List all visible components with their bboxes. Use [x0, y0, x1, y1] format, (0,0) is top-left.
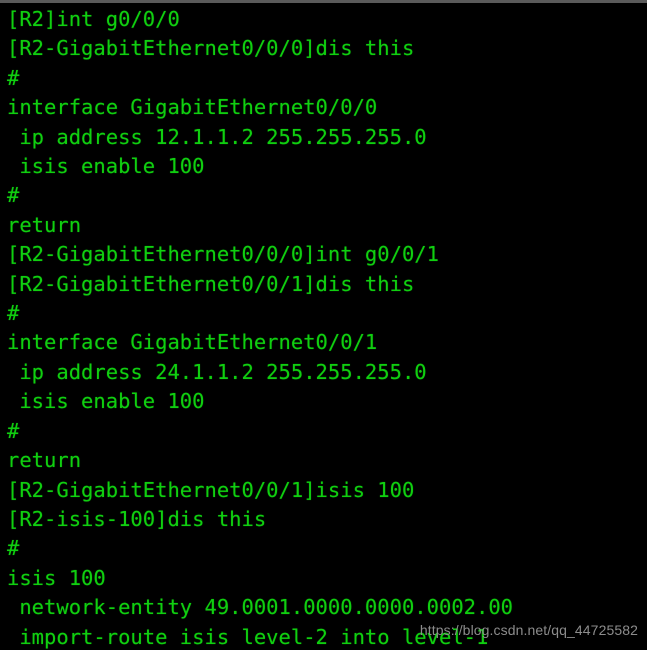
console-line: # — [7, 301, 20, 326]
console-output[interactable]: [R2]int g0/0/0 [R2-GigabitEthernet0/0/0]d… — [0, 3, 647, 650]
console-line: # — [7, 418, 20, 443]
console-line: # — [7, 65, 20, 90]
console-line: ip address 12.1.1.2 255.255.255.0 — [7, 124, 427, 149]
console-line: isis enable 100 — [7, 154, 205, 179]
console-line: # — [7, 536, 20, 561]
console-line: isis 100 — [7, 565, 106, 590]
console-line: [R2-GigabitEthernet0/0/1]dis this — [7, 271, 415, 296]
console-line: [R2-isis-100]dis this — [7, 506, 267, 531]
console-line: [R2-GigabitEthernet0/0/0]int g0/0/1 — [7, 242, 439, 267]
console-line: interface GigabitEthernet0/0/1 — [7, 330, 378, 355]
watermark-text: https://blog.csdn.net/qq_44725582 — [419, 622, 638, 638]
console-line: ip address 24.1.1.2 255.255.255.0 — [7, 359, 427, 384]
console-line: return — [7, 212, 82, 237]
console-line: [R2-GigabitEthernet0/0/1]isis 100 — [7, 477, 415, 502]
console-line: [R2]int g0/0/0 — [7, 7, 180, 31]
console-line: interface GigabitEthernet0/0/0 — [7, 95, 378, 120]
console-line: isis enable 100 — [7, 389, 205, 414]
console-line: # — [7, 183, 20, 208]
terminal-window[interactable]: [R2]int g0/0/0 [R2-GigabitEthernet0/0/0]d… — [0, 0, 647, 650]
console-line: return — [7, 448, 82, 473]
console-line: [R2-GigabitEthernet0/0/0]dis this — [7, 36, 415, 61]
console-line: network-entity 49.0001.0000.0000.0002.00 — [7, 595, 514, 620]
